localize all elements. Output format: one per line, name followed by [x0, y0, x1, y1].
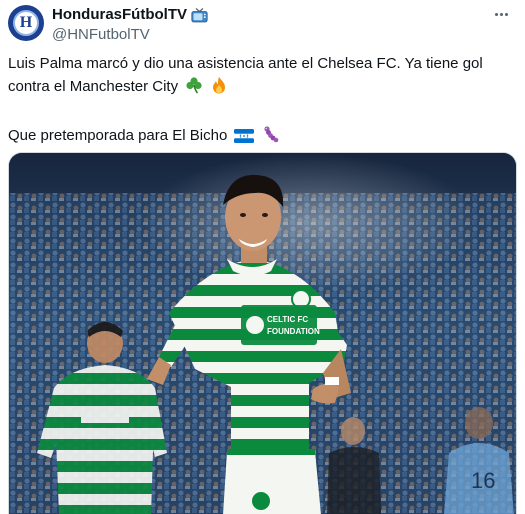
author-name-row[interactable]: HondurasFútbolTV	[52, 5, 208, 25]
tv-icon	[191, 7, 208, 23]
tweet-text: Luis Palma marcó y dio una asistencia an…	[8, 52, 513, 150]
tweet-line-2: contra el Manchester City	[8, 78, 179, 95]
tweet-line-3-row: Que pretemporada para El Bicho	[8, 124, 513, 150]
tweet: H HondurasFútbolTV @HNFutbolTV Luis Palm…	[0, 0, 525, 514]
fire-icon	[210, 76, 228, 101]
avatar-letter: H	[19, 14, 33, 31]
svg-text:CELTIC FC: CELTIC FC	[267, 315, 308, 324]
avatar-badge: H	[13, 10, 39, 36]
svg-text:16: 16	[471, 468, 495, 493]
more-icon[interactable]	[489, 4, 513, 24]
honduras-flag-icon	[234, 127, 255, 150]
caterpillar-icon	[262, 125, 280, 150]
tweet-line-1: Luis Palma marcó y dio una asistencia an…	[8, 55, 483, 72]
avatar[interactable]: H	[8, 5, 44, 41]
handle[interactable]: @HNFutbolTV	[52, 25, 208, 44]
svg-text:FOUNDATION: FOUNDATION	[267, 327, 320, 336]
tweet-line-2-row: contra el Manchester City	[8, 75, 513, 101]
shamrock-icon	[185, 76, 203, 101]
tweet-photo[interactable]: 16 CELTIC FC FOUNDATION	[8, 152, 517, 514]
photo-scene: 16 CELTIC FC FOUNDATION	[9, 153, 516, 514]
author-block: HondurasFútbolTV @HNFutbolTV	[52, 5, 208, 44]
display-name: HondurasFútbolTV	[52, 6, 187, 23]
tweet-line-3: Que pretemporada para El Bicho	[8, 127, 228, 144]
